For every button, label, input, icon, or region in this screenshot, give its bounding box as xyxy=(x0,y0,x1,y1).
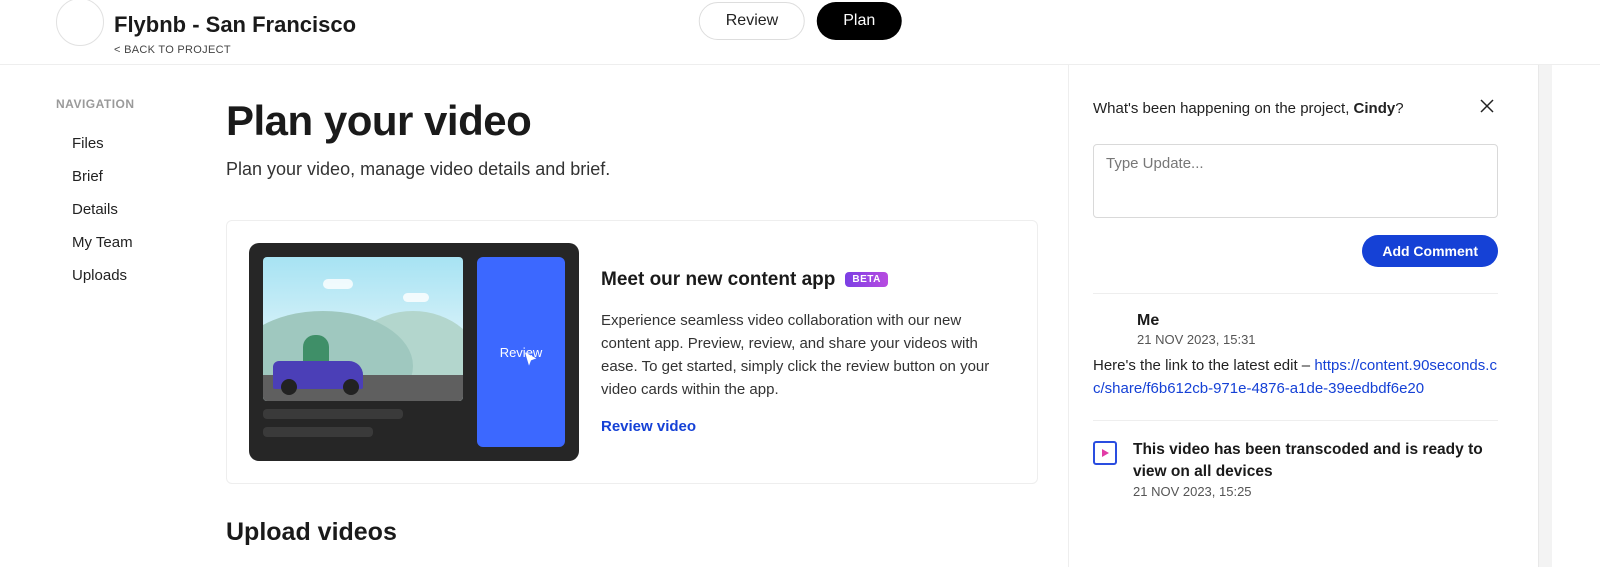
page-subtitle: Plan your video, manage video details an… xyxy=(226,159,1038,180)
cursor-icon xyxy=(523,351,539,372)
beta-badge: BETA xyxy=(845,272,887,287)
video-ready-icon xyxy=(1093,441,1117,465)
update-input[interactable] xyxy=(1093,144,1498,218)
activity-author: Me xyxy=(1137,312,1498,330)
activity-body: Here's the link to the latest edit – htt… xyxy=(1093,355,1498,400)
nav-item-brief[interactable]: Brief xyxy=(56,160,176,193)
tab-review[interactable]: Review xyxy=(699,2,805,40)
project-block: Flybnb - San Francisco < BACK TO PROJECT xyxy=(114,12,356,58)
main-content: Plan your video Plan your video, manage … xyxy=(226,97,1038,567)
navigation: NAVIGATION Files Brief Details My Team U… xyxy=(56,97,176,567)
nav-item-uploads[interactable]: Uploads xyxy=(56,259,176,292)
left-pane: NAVIGATION Files Brief Details My Team U… xyxy=(0,65,1068,567)
nav-label: NAVIGATION xyxy=(56,97,176,111)
nav-item-my-team[interactable]: My Team xyxy=(56,226,176,259)
tab-plan[interactable]: Plan xyxy=(817,2,901,40)
promo-panel: Review xyxy=(477,257,565,447)
activity-system-title: This video has been transcoded and is re… xyxy=(1133,439,1498,482)
nav-item-files[interactable]: Files xyxy=(56,127,176,160)
add-comment-button[interactable]: Add Comment xyxy=(1362,235,1498,267)
promo-text: Meet our new content app BETA Experience… xyxy=(601,269,997,436)
back-to-project-link[interactable]: < BACK TO PROJECT xyxy=(114,44,231,56)
activity-time: 21 NOV 2023, 15:25 xyxy=(1133,484,1498,499)
promo-body: Experience seamless video collaboration … xyxy=(601,309,997,402)
activity-time: 21 NOV 2023, 15:31 xyxy=(1137,332,1498,347)
page-title: Plan your video xyxy=(226,97,1038,145)
scrollbar[interactable] xyxy=(1538,65,1552,567)
close-icon[interactable] xyxy=(1476,95,1498,122)
promo-heading: Meet our new content app xyxy=(601,269,835,291)
activity-prompt: What's been happening on the project, Ci… xyxy=(1093,100,1404,117)
activity-item: Me 21 NOV 2023, 15:31 Here's the link to… xyxy=(1093,293,1498,420)
header-tabs: Review Plan xyxy=(699,2,902,40)
activity-item: This video has been transcoded and is re… xyxy=(1093,420,1498,519)
nav-item-details[interactable]: Details xyxy=(56,193,176,226)
activity-header: What's been happening on the project, Ci… xyxy=(1093,95,1498,122)
header: Flybnb - San Francisco < BACK TO PROJECT… xyxy=(0,0,1600,65)
project-avatar xyxy=(56,0,104,46)
promo-scene xyxy=(263,257,463,401)
promo-card: Review Meet our new content app BETA Exp… xyxy=(226,220,1038,484)
upload-videos-heading: Upload videos xyxy=(226,518,1038,547)
body: NAVIGATION Files Brief Details My Team U… xyxy=(0,65,1600,567)
promo-illustration: Review xyxy=(249,243,579,461)
activity-panel: What's been happening on the project, Ci… xyxy=(1068,65,1538,567)
project-title: Flybnb - San Francisco xyxy=(114,12,356,38)
review-video-link[interactable]: Review video xyxy=(601,418,696,435)
